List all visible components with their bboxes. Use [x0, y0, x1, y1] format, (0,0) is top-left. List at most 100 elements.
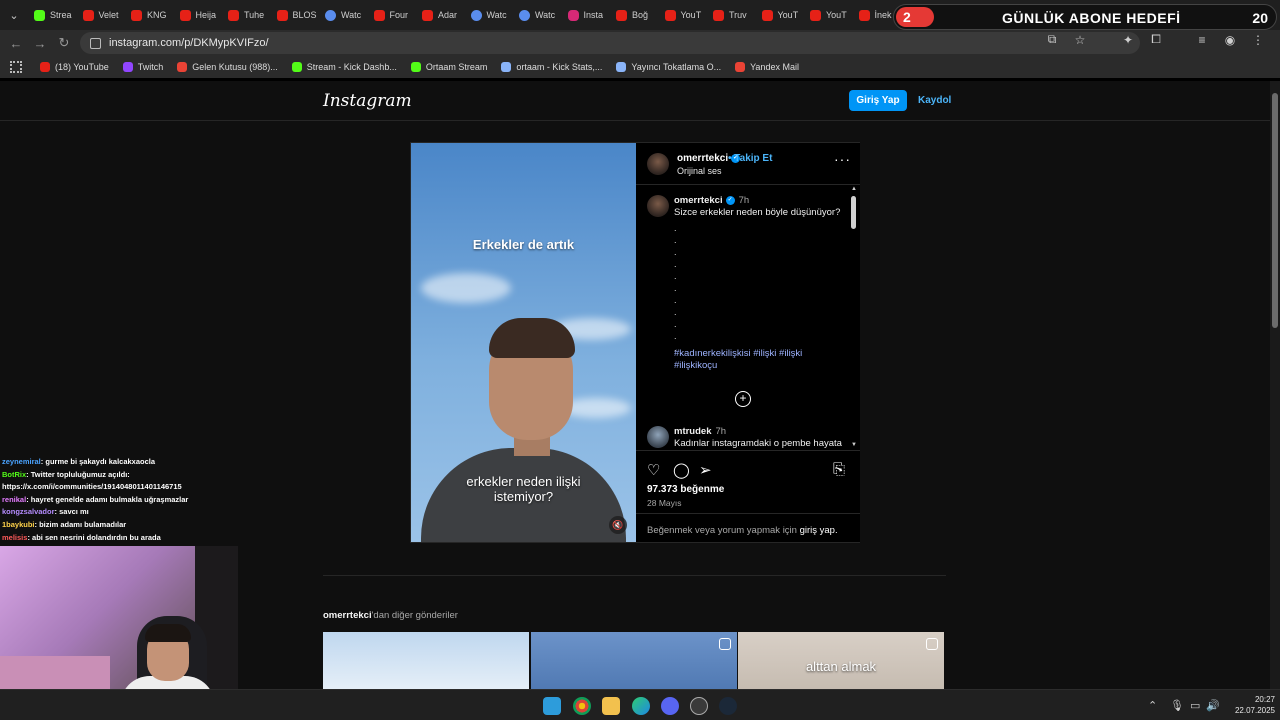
chat-text: https://x.com/i/communities/191404801140…: [2, 482, 182, 492]
browser-tab[interactable]: Heija: [174, 0, 223, 30]
cloud: [421, 273, 511, 303]
browser-tab[interactable]: Adar: [416, 0, 465, 30]
media-control-icon[interactable]: ≡: [1194, 33, 1210, 47]
browser-tab[interactable]: Truv: [707, 0, 756, 30]
bookmark-item[interactable]: Yayıncı Tokatlama O...: [616, 62, 721, 72]
back-icon[interactable]: ←: [4, 31, 28, 55]
bookmark-item[interactable]: (18) YouTube: [40, 62, 109, 72]
bookmark-item[interactable]: Stream - Kick Dashb...: [291, 62, 397, 72]
site-info-icon[interactable]: [90, 37, 101, 49]
mute-icon[interactable]: 🔇: [609, 516, 627, 534]
edge-icon[interactable]: [632, 697, 650, 715]
start-menu-icon[interactable]: [543, 697, 561, 715]
comments-scroll-thumb[interactable]: [851, 196, 856, 229]
follow-button[interactable]: • Takip Et: [728, 153, 772, 164]
profile-avatar-icon[interactable]: ◉: [1222, 33, 1238, 47]
web-icon: [470, 9, 482, 21]
page-scrollbar[interactable]: [1270, 81, 1280, 689]
system-clock[interactable]: 20:27 22.07.2025: [1229, 694, 1275, 716]
like-icon[interactable]: ♡: [647, 461, 660, 479]
bookmark-item[interactable]: Ortaam Stream: [410, 62, 487, 72]
comments-scrollbar[interactable]: ▲ ▼: [849, 186, 859, 450]
address-bar[interactable]: instagram.com/p/DKMypKVIFzo/: [80, 32, 1140, 54]
bookmark-star-icon[interactable]: ☆: [1072, 33, 1088, 47]
forward-icon[interactable]: →: [28, 31, 52, 55]
browser-tab[interactable]: Boğ: [610, 0, 659, 30]
tab-search-icon[interactable]: ⌄: [0, 0, 28, 30]
microphone-icon[interactable]: 🎙: [1170, 699, 1184, 712]
browser-tab[interactable]: Velet: [77, 0, 126, 30]
post-thumbnail[interactable]: [323, 632, 529, 689]
chat-message: kongzsalvador: savcı mı: [0, 506, 240, 519]
bookmark-label: Yayıncı Tokatlama O...: [631, 62, 722, 72]
browser-menu-icon[interactable]: ⋮: [1250, 33, 1266, 47]
browser-tab[interactable]: BLOS: [271, 0, 320, 30]
signup-link[interactable]: Kaydol: [918, 95, 951, 106]
comment-username[interactable]: mtrudek: [674, 426, 711, 437]
like-count[interactable]: 97.373 beğenme: [647, 484, 724, 495]
instagram-header: Instagram Giriş Yap Kaydol: [0, 81, 1270, 121]
commenter-avatar[interactable]: [647, 426, 669, 448]
author-avatar[interactable]: [647, 153, 669, 175]
verified-badge-icon: ✓: [725, 195, 735, 205]
bookmark-label: Twitch: [137, 62, 164, 72]
instagram-logo[interactable]: Instagram: [323, 91, 412, 111]
login-prompt-text: Beğenmek veya yorum yapmak için: [647, 525, 800, 536]
extension-icon[interactable]: ✦: [1120, 33, 1136, 47]
app-icon[interactable]: [690, 697, 708, 715]
file-explorer-icon[interactable]: [602, 697, 620, 715]
save-icon[interactable]: ⎘: [833, 461, 845, 478]
caption-avatar[interactable]: [647, 195, 669, 217]
hashtag-list[interactable]: #kadınerkekilişkisi #ilişki #ilişki #ili…: [674, 348, 844, 372]
volume-icon[interactable]: 🔊: [1206, 699, 1220, 712]
install-app-icon[interactable]: ⧉: [1044, 32, 1060, 47]
reel-video[interactable]: Erkekler de artık erkekler neden ilişki …: [411, 143, 636, 542]
login-button[interactable]: Giriş Yap: [849, 90, 907, 111]
browser-tab[interactable]: YouT: [804, 0, 853, 30]
extensions-puzzle-icon[interactable]: ⧠: [1148, 32, 1164, 47]
bookmark-item[interactable]: Gelen Kutusu (988)...: [177, 62, 278, 72]
browser-tab[interactable]: Watc: [513, 0, 562, 30]
bookmark-item[interactable]: Yandex Mail: [735, 62, 799, 72]
thumbnail-caption: alttan almak: [805, 659, 877, 674]
scroll-down-icon[interactable]: ▼: [851, 442, 857, 448]
bookmark-item[interactable]: ortaam - Kick Stats,...: [501, 62, 602, 72]
share-icon[interactable]: ➢: [699, 461, 712, 479]
tray-expand-icon[interactable]: ⌃: [1148, 699, 1157, 712]
author-username-text: omerrtekci: [677, 153, 729, 164]
caption-username[interactable]: omerrtekci: [674, 195, 723, 206]
chrome-icon[interactable]: [573, 697, 591, 715]
youtube-icon: [179, 9, 191, 21]
browser-tab[interactable]: YouT: [659, 0, 708, 30]
tab-label: YouT: [680, 10, 702, 20]
caption-dots: . . . . . . . . . . .: [674, 223, 677, 353]
more-posts-username[interactable]: omerrtekci: [323, 610, 372, 621]
browser-tab[interactable]: Tuhe: [222, 0, 271, 30]
browser-tab[interactable]: Watc: [465, 0, 514, 30]
browser-tab[interactable]: KNG: [125, 0, 174, 30]
tab-label: Four: [389, 10, 409, 20]
apps-grid-icon[interactable]: [10, 61, 22, 73]
chat-username: 1baykubi: [2, 519, 35, 529]
steam-icon[interactable]: [719, 697, 737, 715]
browser-tab[interactable]: Strea: [28, 0, 77, 30]
browser-tab[interactable]: Four: [368, 0, 417, 30]
audio-label[interactable]: Orijinal ses: [677, 166, 722, 176]
bookmark-item[interactable]: Twitch: [122, 62, 164, 72]
browser-tab[interactable]: Insta: [562, 0, 611, 30]
page-scroll-thumb[interactable]: [1272, 93, 1278, 328]
scroll-up-icon[interactable]: ▲: [851, 186, 857, 192]
more-options-icon[interactable]: ···: [834, 151, 851, 167]
browser-tab[interactable]: YouT: [756, 0, 805, 30]
network-icon[interactable]: ▭: [1190, 699, 1200, 712]
browser-tab[interactable]: Watc: [319, 0, 368, 30]
login-prompt-link[interactable]: giriş yap.: [800, 525, 838, 536]
post-thumbnail[interactable]: alttan almak: [738, 632, 944, 689]
comments-section[interactable]: omerrtekci ✓ 7h Sizce erkekler neden böyle…: [636, 186, 860, 451]
post-thumbnail[interactable]: [531, 632, 737, 689]
load-more-icon[interactable]: +: [735, 391, 751, 407]
comment-icon[interactable]: ◯: [673, 461, 690, 479]
reload-icon[interactable]: ↻: [52, 31, 76, 55]
discord-icon[interactable]: [661, 697, 679, 715]
chat-message: renikal: hayret genelde adamı bulmakla u…: [0, 494, 240, 507]
